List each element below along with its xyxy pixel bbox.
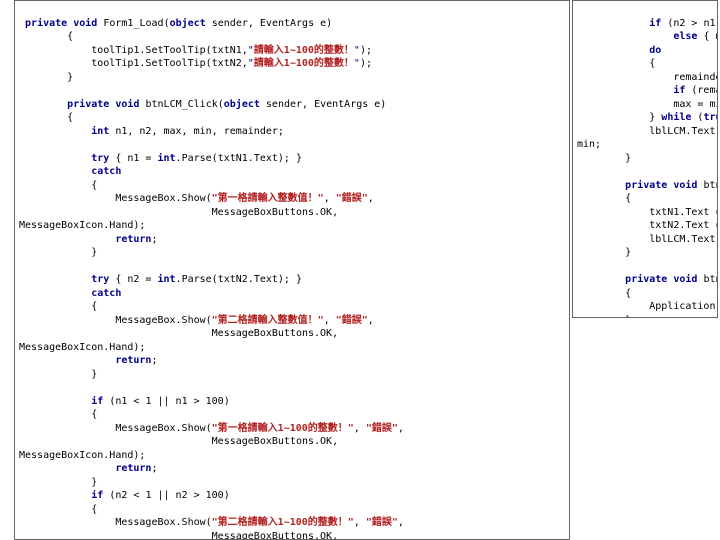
line: } while (true);	[577, 112, 718, 123]
line: return;	[19, 234, 157, 245]
line: private void Form1_Load(object sender, E…	[19, 18, 332, 29]
line: MessageBox.Show("第二格請輸入1~100的整數！", "錯誤",	[19, 517, 404, 528]
line: private void btnReset_Click(object sende…	[577, 180, 718, 191]
line: remainder = max % min;	[577, 72, 718, 83]
line: {	[19, 409, 97, 420]
line: try { n2 = int.Parse(txtN2.Text); }	[19, 274, 302, 285]
line: private void btnExit_Click(object sender…	[577, 274, 718, 285]
page: private void Form1_Load(object sender, E…	[0, 0, 720, 540]
code-column-right: if (n2 > n1) { max = n2; min = n1; } els…	[572, 0, 718, 318]
line: MessageBoxButtons.OK,	[19, 436, 338, 447]
line: {	[19, 504, 97, 515]
line: }	[19, 477, 97, 488]
line: MessageBoxButtons.OK,	[19, 328, 338, 339]
code-column-left: private void Form1_Load(object sender, E…	[14, 0, 570, 540]
line: return;	[19, 463, 157, 474]
line: {	[577, 288, 631, 299]
line: MessageBox.Show("第一格請輸入整數值！", "錯誤",	[19, 193, 374, 204]
line: toolTip1.SetToolTip(txtN1,"請輸入1~100的整數！"…	[19, 45, 372, 56]
line: {	[577, 193, 631, 204]
line: return;	[19, 355, 157, 366]
line: MessageBoxButtons.OK,	[19, 531, 338, 540]
line: }	[19, 247, 97, 258]
line: MessageBoxIcon.Hand);	[19, 450, 145, 461]
line: }	[577, 315, 631, 319]
line: {	[19, 112, 73, 123]
line: do	[577, 45, 661, 56]
line: MessageBoxIcon.Hand);	[19, 220, 145, 231]
line: }	[577, 153, 631, 164]
line: Application.Exit();	[577, 301, 718, 312]
line: {	[577, 58, 655, 69]
line: if (n2 > n1) { max = n2; min = n1; }	[577, 18, 718, 29]
line: }	[19, 369, 97, 380]
line: MessageBox.Show("第二格請輸入整數值！", "錯誤",	[19, 315, 374, 326]
line: lblLCM.Text = n1 + " 和 " + n2 + " 的最大公因數…	[577, 126, 718, 137]
line: }	[19, 72, 73, 83]
line: min;	[577, 139, 601, 150]
line: max = min; min = remainder;	[577, 99, 718, 110]
line: {	[19, 301, 97, 312]
line: txtN2.Text = "";	[577, 220, 718, 231]
line: {	[19, 180, 97, 191]
line: private void btnLCM_Click(object sender,…	[19, 99, 386, 110]
line: lblLCM.Text = "";	[577, 234, 718, 245]
line: if (n2 < 1 || n2 > 100)	[19, 490, 230, 501]
line: int n1, n2, max, min, remainder;	[19, 126, 284, 137]
line: txtN1.Text = "";	[577, 207, 718, 218]
line: else { max = n1; min = n2; }	[577, 31, 718, 42]
line: catch	[19, 166, 121, 177]
line: if (remainder == 0) break;	[577, 85, 718, 96]
line: MessageBoxIcon.Hand);	[19, 342, 145, 353]
line: try { n1 = int.Parse(txtN1.Text); }	[19, 153, 302, 164]
line: MessageBox.Show("第一格請輸入1~100的整數！", "錯誤",	[19, 423, 404, 434]
line: catch	[19, 288, 121, 299]
line: toolTip1.SetToolTip(txtN2,"請輸入1~100的整數！"…	[19, 58, 372, 69]
line: MessageBoxButtons.OK,	[19, 207, 338, 218]
line: if (n1 < 1 || n1 > 100)	[19, 396, 230, 407]
line: }	[577, 247, 631, 258]
line: {	[19, 31, 73, 42]
